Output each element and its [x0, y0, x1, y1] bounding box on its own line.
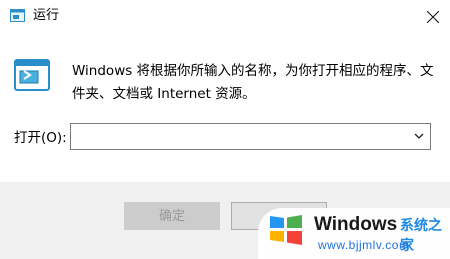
chevron-down-icon[interactable] — [414, 133, 424, 139]
window-title: 运行 — [33, 8, 60, 23]
open-label: 打开(O): — [14, 130, 67, 146]
watermark-overlay: Windows 系统之家 www.bjjmlv.com — [258, 208, 450, 259]
watermark-brand: Windows — [314, 214, 398, 235]
open-combobox[interactable] — [70, 123, 431, 150]
windows-logo-icon — [270, 215, 302, 245]
watermark-url: www.bjjmlv.com — [318, 238, 410, 252]
close-icon — [427, 11, 439, 23]
close-button[interactable] — [416, 0, 450, 34]
run-dialog-icon — [14, 59, 50, 91]
ok-button[interactable]: 确定 — [124, 202, 220, 230]
title-bar: 运行 — [0, 0, 450, 34]
open-input[interactable] — [74, 126, 394, 147]
description-text: Windows 将根据你所输入的名称，为你打开相应的程序、文件夹、文档或 Int… — [72, 63, 434, 102]
run-app-icon — [10, 9, 25, 22]
